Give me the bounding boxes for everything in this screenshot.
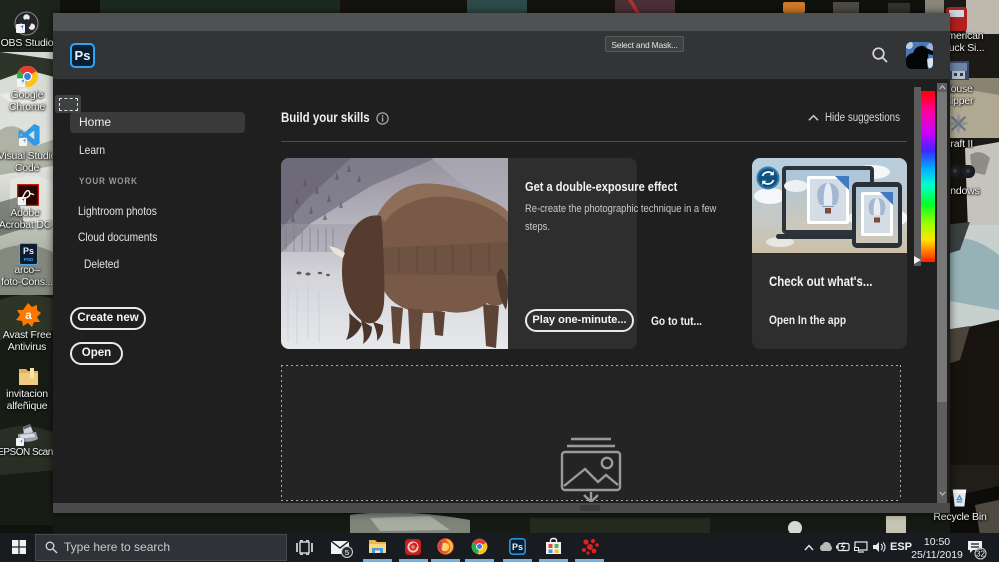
- svg-text:Ps: Ps: [512, 542, 523, 552]
- svg-text:Ps: Ps: [23, 246, 34, 256]
- svg-text:32: 32: [976, 550, 985, 559]
- svg-text:5: 5: [345, 548, 349, 557]
- svg-text:PSD: PSD: [24, 257, 34, 262]
- svg-text:a: a: [25, 308, 32, 322]
